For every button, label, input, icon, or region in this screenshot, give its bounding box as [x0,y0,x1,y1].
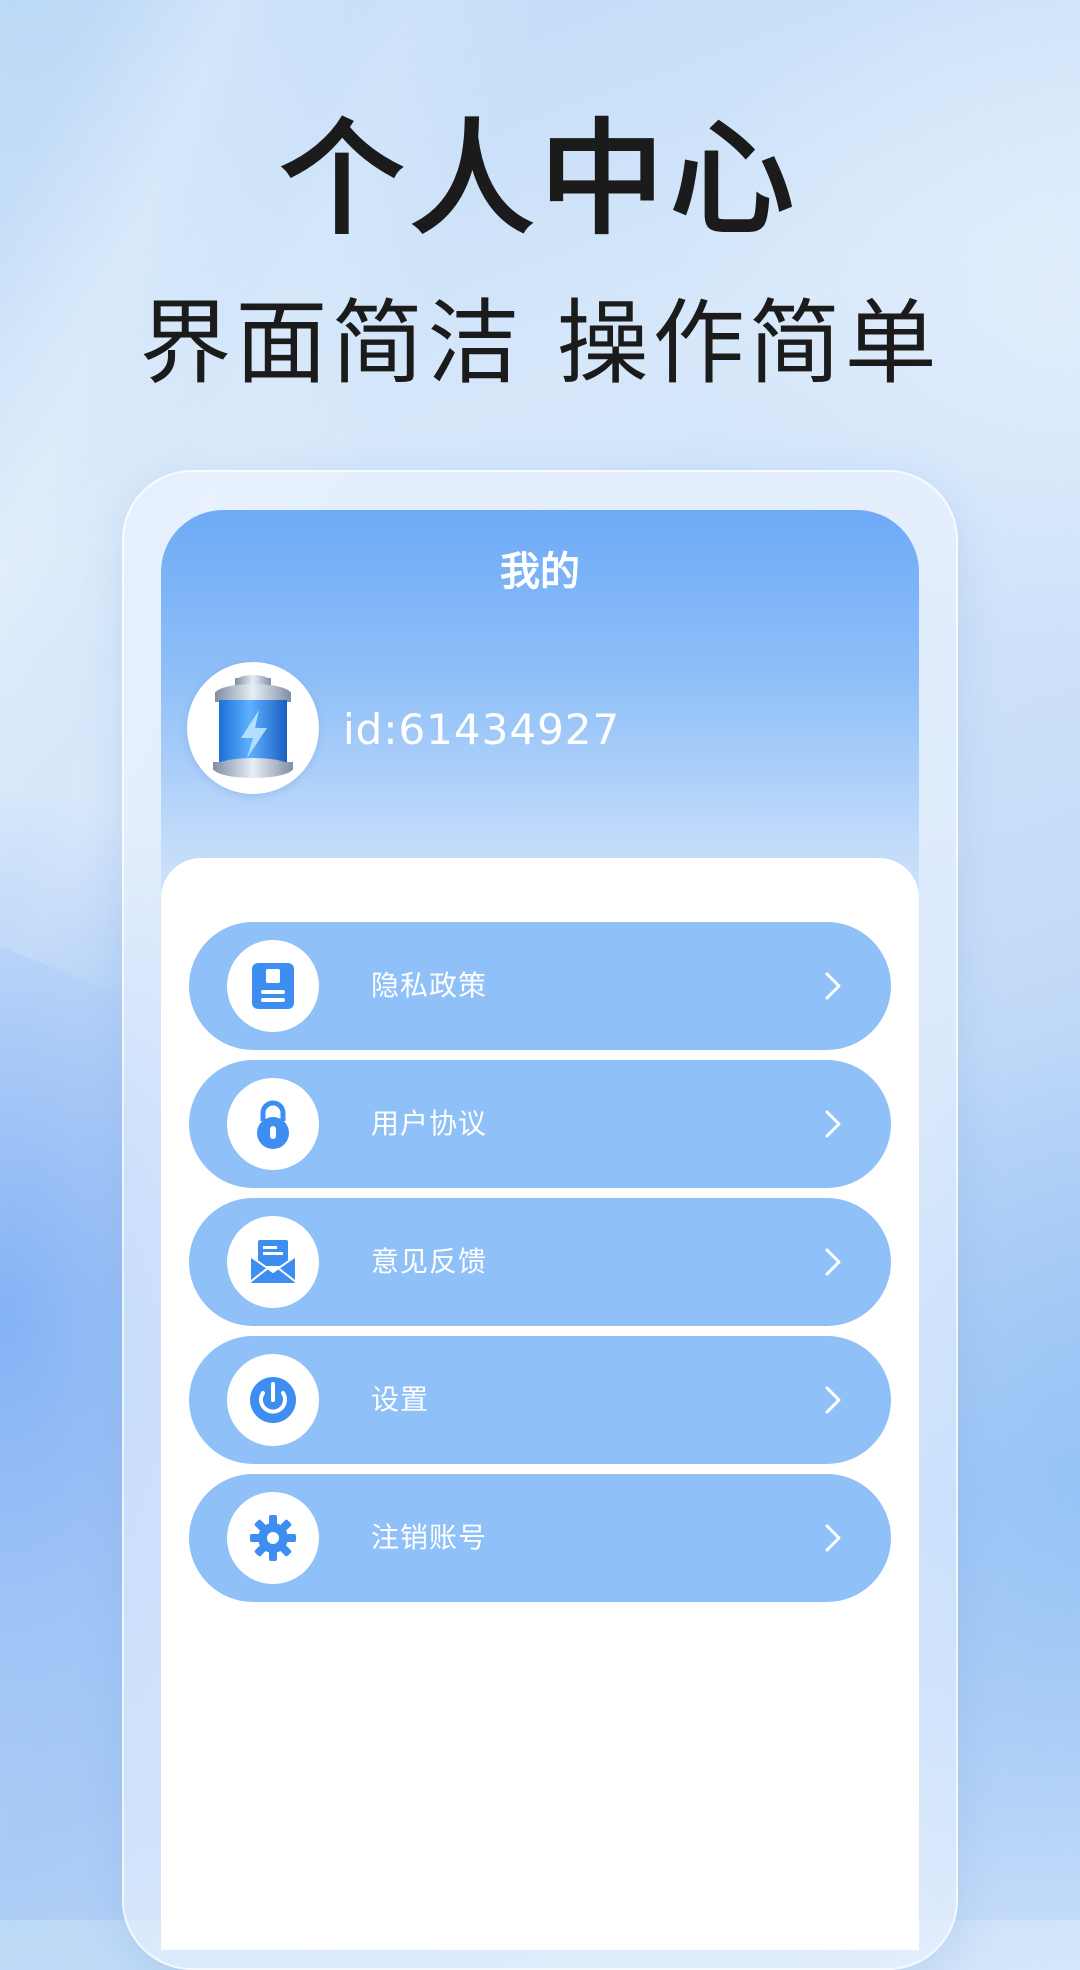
menu-item-feedback[interactable]: 意见反馈 [189,1198,891,1326]
menu-label: 意见反馈 [371,1245,488,1278]
chevron-right-icon [813,1380,853,1420]
menu-item-settings[interactable]: 设置 [189,1336,891,1464]
menu-item-privacy-policy[interactable]: 隐私政策 [189,922,891,1050]
menu-item-cancel-account[interactable]: 注销账号 [189,1474,891,1602]
chevron-right-icon [813,1242,853,1282]
menu-label: 设置 [371,1383,430,1416]
phone-screen: 我的 id:61434927 隐私政策 用户协议 意见反馈 设置 注销账号 [161,510,919,1950]
menu-icon-container [227,1078,319,1170]
mail-icon [249,1240,297,1285]
chevron-right-icon [813,1518,853,1558]
power-icon [250,1377,296,1423]
lock-icon [257,1100,289,1149]
user-id: id:61434927 [343,705,621,754]
hero-title: 个人中心 [279,108,800,252]
avatar[interactable] [187,662,319,794]
menu-label: 注销账号 [371,1521,488,1554]
menu-icon-container [227,1492,319,1584]
document-icon [252,963,294,1009]
menu-icon-container [227,1354,319,1446]
chevron-right-icon [813,1104,853,1144]
menu-item-user-agreement[interactable]: 用户协议 [189,1060,891,1188]
menu-icon-container [227,940,319,1032]
battery-icon [213,675,293,778]
gear-icon [250,1515,296,1561]
menu-label: 用户协议 [371,1107,488,1140]
page-title: 我的 [500,549,580,595]
menu-list: 隐私政策 用户协议 意见反馈 设置 注销账号 [189,922,891,1612]
menu-label: 隐私政策 [371,969,488,1002]
hero-subtitle: 界面简洁 操作简单 [139,290,941,397]
chevron-right-icon [813,966,853,1006]
menu-icon-container [227,1216,319,1308]
